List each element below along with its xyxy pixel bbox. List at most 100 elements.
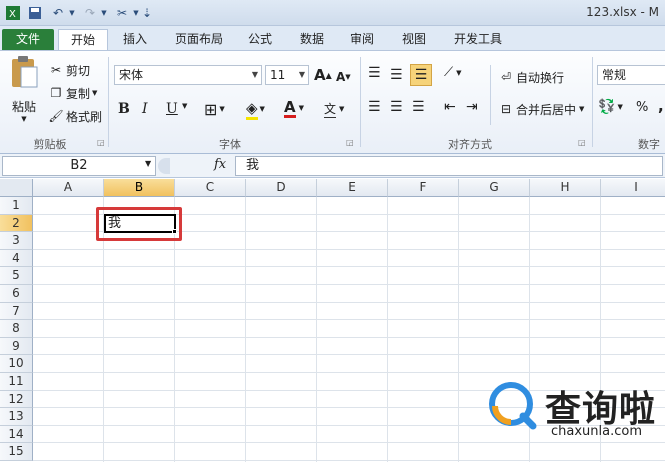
tab-formulas[interactable]: 公式 (240, 29, 280, 50)
clipboard-launcher-icon[interactable]: ◲ (97, 138, 105, 147)
row-header-2[interactable]: 2 (0, 214, 33, 233)
column-header-e[interactable]: E (317, 179, 388, 197)
row-header-10[interactable]: 10 (0, 355, 33, 373)
orientation-button[interactable]: ⟋ ▼ (444, 65, 462, 80)
tab-data[interactable]: 数据 (292, 29, 332, 50)
insert-function-icon[interactable]: fx (214, 157, 226, 172)
column-header-g[interactable]: G (459, 179, 530, 197)
customize-toolbar-icon[interactable]: ⇣ (142, 4, 152, 21)
column-header-d[interactable]: D (246, 179, 317, 197)
accounting-format-button[interactable]: 💱 ▼ (598, 99, 623, 115)
tab-page-layout[interactable]: 页面布局 (165, 29, 233, 50)
column-gridline (245, 197, 246, 462)
row-header-14[interactable]: 14 (0, 425, 33, 444)
row-header-4[interactable]: 4 (0, 249, 33, 268)
tab-view[interactable]: 视图 (394, 29, 434, 50)
formula-controls: fx (170, 156, 232, 176)
paste-button[interactable]: 粘贴 ▼ (6, 55, 42, 125)
fill-color-button[interactable]: ◈ ▼ (246, 99, 265, 120)
underline-dropdown-icon[interactable]: ▼ (182, 102, 187, 110)
shrink-font-icon: A (336, 70, 346, 84)
shrink-font-button[interactable]: A ▼ (336, 67, 351, 87)
row-header-8[interactable]: 8 (0, 320, 33, 338)
increase-indent-icon: ⇥ (466, 99, 478, 115)
group-divider (108, 57, 109, 147)
row-header-7[interactable]: 7 (0, 302, 33, 321)
row-header-6[interactable]: 6 (0, 285, 33, 303)
copy-button[interactable]: ❐ 复制 ▼ (46, 84, 98, 102)
phonetic-dropdown-icon: ▼ (339, 105, 345, 113)
phonetic-button[interactable]: 文 ▼ (324, 99, 344, 119)
decrease-indent-button[interactable]: ⇤ (444, 99, 456, 115)
increase-indent-button[interactable]: ⇥ (466, 99, 478, 115)
align-center-button[interactable]: ☰ (390, 99, 403, 115)
ribbon: 粘贴 ▼ ✂ 剪切 ❐ 复制 ▼ 🖌 格式刷 剪贴板 ◲ 宋体 ▼ 11 ▼ A… (0, 50, 665, 154)
borders-dropdown-icon: ▼ (219, 105, 225, 113)
row-header-11[interactable]: 11 (0, 373, 33, 391)
tab-insert[interactable]: 插入 (115, 29, 155, 50)
row-header-9[interactable]: 9 (0, 337, 33, 356)
column-header-a[interactable]: A (33, 179, 104, 197)
row-header-5[interactable]: 5 (0, 267, 33, 285)
select-all-corner[interactable] (0, 179, 33, 197)
font-size-combo[interactable]: 11 ▼ (265, 65, 309, 85)
row-header-1[interactable]: 1 (0, 197, 33, 215)
bold-button[interactable]: B (118, 99, 130, 119)
alignment-launcher-icon[interactable]: ◲ (578, 138, 586, 147)
column-gridline (387, 197, 388, 462)
align-bottom-button[interactable]: ☰ (410, 64, 432, 86)
font-launcher-icon[interactable]: ◲ (346, 138, 354, 147)
tab-home[interactable]: 开始 (58, 29, 108, 51)
align-right-button[interactable]: ☰ (412, 99, 425, 115)
underline-button[interactable]: U (166, 99, 178, 119)
wrap-text-button[interactable]: ⏎ 自动换行 (496, 67, 564, 87)
tools-icon[interactable]: ✂ (114, 4, 130, 21)
tools-dropdown-icon[interactable]: ▼ (132, 4, 140, 21)
percent-button[interactable]: % (636, 100, 648, 115)
tab-file[interactable]: 文件 (2, 29, 54, 50)
comma-button[interactable]: , (658, 97, 664, 115)
save-icon[interactable] (27, 4, 43, 21)
undo-dropdown-icon[interactable]: ▼ (68, 4, 76, 21)
group-divider (592, 57, 593, 147)
column-header-c[interactable]: C (175, 179, 246, 197)
font-color-button[interactable]: A ▼ (284, 97, 304, 119)
name-box[interactable]: B2 (2, 156, 156, 176)
cut-button[interactable]: ✂ 剪切 (46, 61, 90, 79)
tab-review[interactable]: 审阅 (342, 29, 382, 50)
merge-center-button[interactable]: ⊟ 合并后居中 ▼ (496, 99, 584, 119)
formula-splitter-handle[interactable] (158, 158, 170, 174)
merge-center-label: 合并后居中 (516, 102, 577, 117)
borders-button[interactable]: ⊞ ▼ (204, 99, 225, 119)
paste-dropdown-icon: ▼ (21, 115, 27, 123)
font-name-combo[interactable]: 宋体 ▼ (114, 65, 262, 85)
italic-button[interactable]: I (142, 99, 148, 119)
column-header-i[interactable]: I (601, 179, 665, 197)
redo-dropdown-icon[interactable]: ▼ (100, 4, 108, 21)
align-top-button[interactable]: ☰ (368, 65, 381, 81)
formula-input[interactable]: 我 (235, 156, 663, 176)
title-bar: X ↶ ▼ ↷ ▼ ✂ ▼ ⇣ 123.xlsx - M (0, 0, 665, 26)
excel-app-icon[interactable]: X (6, 4, 20, 21)
paste-icon (9, 55, 39, 94)
row-header-3[interactable]: 3 (0, 232, 33, 250)
row-header-13[interactable]: 13 (0, 408, 33, 426)
column-header-h[interactable]: H (530, 179, 601, 197)
grow-font-button[interactable]: A ▲ (314, 65, 332, 85)
align-middle-button[interactable]: ☰ (390, 67, 403, 83)
number-format-combo[interactable]: 常规 (597, 65, 665, 85)
row-header-15[interactable]: 15 (0, 443, 33, 461)
align-top-icon: ☰ (368, 65, 381, 81)
undo-icon[interactable]: ↶ (50, 4, 66, 21)
redo-icon[interactable]: ↷ (82, 4, 98, 21)
tab-developer[interactable]: 开发工具 (446, 29, 510, 50)
group-divider (490, 65, 491, 125)
row-gridline (33, 248, 665, 250)
row-gridline (33, 284, 665, 285)
column-header-f[interactable]: F (388, 179, 459, 197)
name-box-dropdown-icon[interactable]: ▼ (145, 159, 151, 168)
row-header-12[interactable]: 12 (0, 390, 33, 409)
column-header-b[interactable]: B (104, 179, 175, 197)
align-left-button[interactable]: ☰ (368, 99, 381, 115)
format-painter-button[interactable]: 🖌 格式刷 (46, 107, 102, 125)
